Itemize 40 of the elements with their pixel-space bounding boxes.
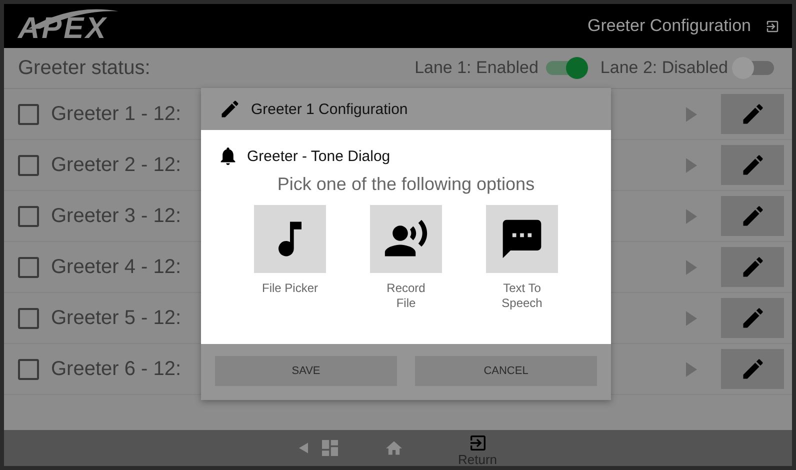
bell-icon xyxy=(219,147,237,165)
pencil-icon xyxy=(219,98,241,120)
greeter-name: Greeter 3 - 12: xyxy=(51,204,182,228)
lane-label: Lane 1: Enabled xyxy=(414,58,538,78)
dialog-button[interactable]: CANCEL xyxy=(415,356,597,386)
dialog-title: Greeter 1 Configuration xyxy=(251,100,408,118)
back-icon[interactable] xyxy=(298,442,308,454)
edit-button[interactable] xyxy=(721,349,784,389)
checkbox[interactable] xyxy=(18,154,39,176)
option-label: Text To Speech xyxy=(502,281,542,311)
exit-icon xyxy=(468,433,488,453)
option-button[interactable] xyxy=(370,205,442,273)
checkbox[interactable] xyxy=(18,206,39,226)
dashboard-icon[interactable] xyxy=(322,440,338,456)
greeter-name: Greeter 1 - 12: xyxy=(51,102,182,126)
option-button[interactable] xyxy=(254,205,326,273)
greeter-name: Greeter 5 - 12: xyxy=(51,306,182,330)
home-icon[interactable] xyxy=(386,441,402,455)
dialog-prompt: Pick one of the following options xyxy=(276,174,536,195)
checkbox[interactable] xyxy=(18,104,39,124)
edit-button[interactable] xyxy=(721,298,784,338)
checkbox[interactable] xyxy=(18,358,39,380)
greeter-name: Greeter 4 - 12: xyxy=(51,256,182,278)
option-label: File Picker xyxy=(262,281,318,296)
edit-button[interactable] xyxy=(721,94,784,134)
option-label: Record File xyxy=(386,281,426,311)
option-button[interactable] xyxy=(486,205,558,273)
edit-button[interactable] xyxy=(721,196,784,236)
edit-button[interactable] xyxy=(721,145,784,185)
checkbox[interactable] xyxy=(18,256,39,278)
greeter-name: Greeter 2 - 12: xyxy=(51,154,182,176)
exit-icon[interactable] xyxy=(765,18,780,34)
screen-title: Greeter Configuration xyxy=(588,16,751,36)
edit-button[interactable] xyxy=(721,247,784,287)
status-label: Greeter status: xyxy=(18,56,150,80)
dialog-title: Greeter - Tone Dialog xyxy=(247,148,390,164)
lane-label: Lane 2: Disabled xyxy=(600,58,728,78)
dialog-button[interactable]: SAVE xyxy=(215,356,397,386)
greeter-name: Greeter 6 - 12: xyxy=(51,358,182,380)
checkbox[interactable] xyxy=(18,308,39,328)
